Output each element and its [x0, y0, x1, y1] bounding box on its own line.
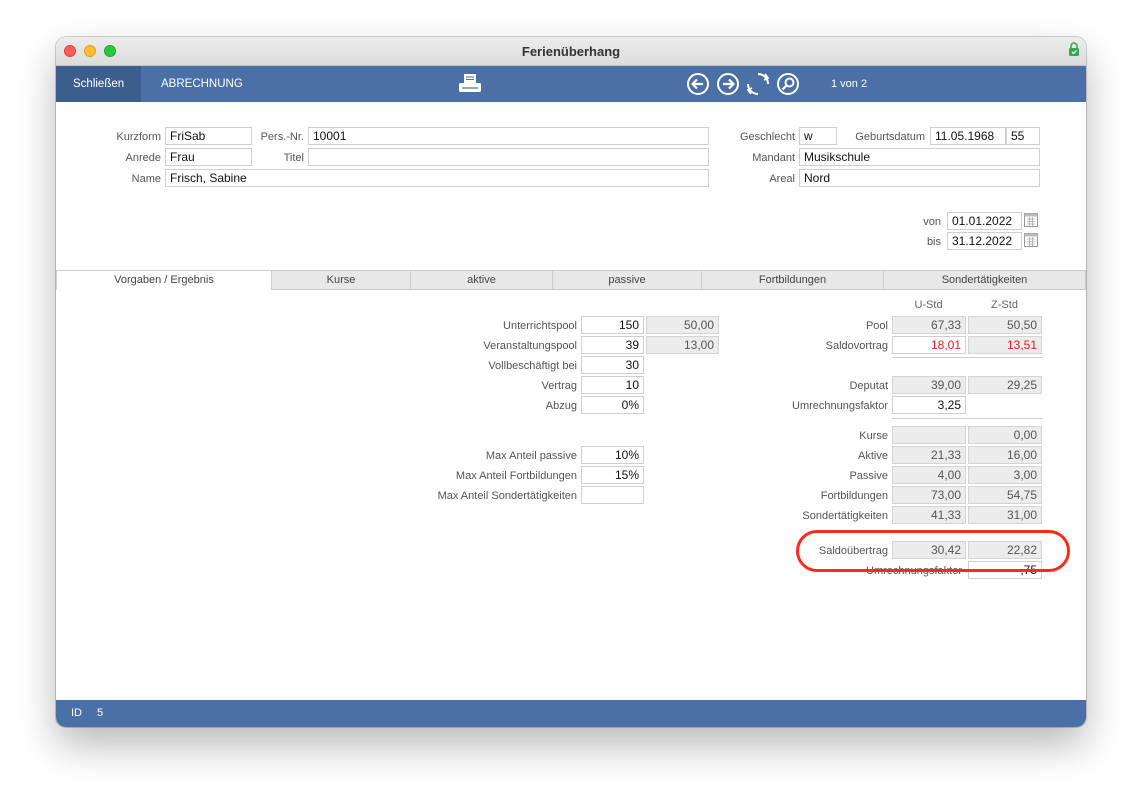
unterrichtspool-label: Unterrichtspool [503, 320, 577, 332]
anrede-field[interactable]: Frau [165, 148, 252, 166]
max-sondertaetigkeiten-label: Max Anteil Sondertätigkeiten [437, 490, 577, 502]
fortbildungen-z-field: 54,75 [968, 486, 1042, 504]
col-header-z-std: Z-Std [991, 299, 1018, 311]
veranstaltungspool-field[interactable]: 39 [581, 336, 644, 354]
tab-bar: Vorgaben / Ergebnis Kurse aktive passive… [56, 270, 1086, 290]
id-value: 5 [97, 707, 104, 719]
name-label: Name [131, 173, 161, 185]
saldovortrag-z-field: 13,51 [968, 336, 1042, 354]
kurzform-label: Kurzform [116, 131, 161, 143]
pool-label: Pool [865, 320, 888, 332]
passive-label: Passive [849, 470, 888, 482]
fortbildungen-label: Fortbildungen [820, 490, 888, 502]
tab-kurse[interactable]: Kurse [271, 270, 411, 290]
abzug-field[interactable]: 0% [581, 396, 644, 414]
kurse-u-field [892, 426, 966, 444]
window-title: Ferienüberhang [521, 44, 621, 59]
max-sondertaetigkeiten-field[interactable] [581, 486, 644, 504]
max-fortbildungen-label: Max Anteil Fortbildungen [455, 470, 577, 482]
sondertaetigkeiten-z-field: 31,00 [968, 506, 1042, 524]
unterrichtspool-field[interactable]: 150 [581, 316, 644, 334]
kurse-z-field: 0,00 [968, 426, 1042, 444]
geburtsdatum-label: Geburtsdatum [855, 131, 925, 143]
sondertaetigkeiten-label: Sondertätigkeiten [802, 510, 888, 522]
von-label: von [923, 216, 941, 228]
mandant-label: Mandant [752, 152, 795, 164]
toolbar: Schließen ABRECHNUNG 1 von 2 [56, 66, 1086, 102]
arrow-right-icon[interactable] [716, 72, 740, 96]
lock-icon [1069, 42, 1079, 56]
max-passive-field[interactable]: 10% [581, 446, 644, 464]
veranstaltungspool-label: Veranstaltungspool [483, 340, 577, 352]
id-label: ID [71, 707, 82, 719]
fortbildungen-u-field: 73,00 [892, 486, 966, 504]
search-icon[interactable] [776, 72, 800, 96]
kurse-label: Kurse [859, 430, 888, 442]
mandant-field[interactable]: Musikschule [799, 148, 1040, 166]
max-passive-label: Max Anteil passive [485, 450, 577, 462]
kurzform-field[interactable]: FriSab [165, 127, 252, 145]
bis-field[interactable]: 31.12.2022 [947, 232, 1022, 250]
veranstaltungspool-calc: 13,00 [646, 336, 719, 354]
printer-icon[interactable] [458, 73, 482, 95]
billing-button[interactable]: ABRECHNUNG [144, 66, 260, 102]
arrow-left-icon[interactable] [686, 72, 710, 96]
tab-sondertaetigkeiten[interactable]: Sondertätigkeiten [883, 270, 1086, 290]
deputat-u-field: 39,00 [892, 376, 966, 394]
vertrag-field[interactable]: 10 [581, 376, 644, 394]
record-position: 1 von 2 [831, 78, 868, 90]
pool-u-field: 67,33 [892, 316, 966, 334]
titel-field[interactable] [308, 148, 709, 166]
vertrag-label: Vertrag [541, 380, 577, 392]
col-header-u-std: U-Std [914, 299, 943, 311]
highlight-annotation [796, 530, 1070, 572]
tab-passive[interactable]: passive [552, 270, 702, 290]
persnr-field[interactable]: 10001 [308, 127, 709, 145]
geburtsdatum-field[interactable]: 11.05.1968 [930, 127, 1006, 145]
tab-aktive[interactable]: aktive [410, 270, 553, 290]
geschlecht-label: Geschlecht [739, 131, 795, 143]
pool-z-field: 50,50 [968, 316, 1042, 334]
calendar-icon[interactable] [1024, 233, 1038, 247]
calendar-icon[interactable] [1024, 213, 1038, 227]
name-field[interactable]: Frisch, Sabine [165, 169, 709, 187]
passive-z-field: 3,00 [968, 466, 1042, 484]
umrechnungsfaktor-label: Umrechnungsfaktor [792, 400, 888, 412]
areal-label: Areal [769, 173, 795, 185]
refresh-icon[interactable] [746, 72, 770, 96]
saldovortrag-u-field[interactable]: 18,01 [892, 336, 966, 354]
tab-fortbildungen[interactable]: Fortbildungen [701, 270, 884, 290]
passive-u-field: 4,00 [892, 466, 966, 484]
aktive-label: Aktive [858, 450, 888, 462]
close-button[interactable]: Schließen [56, 66, 142, 102]
alter-field[interactable]: 55 [1006, 127, 1040, 145]
saldovortrag-label: Saldovortrag [825, 340, 888, 352]
divider [892, 357, 1043, 358]
persnr-label: Pers.-Nr. [260, 131, 304, 143]
status-bar: ID 5 [56, 700, 1086, 727]
anrede-label: Anrede [125, 152, 161, 164]
aktive-z-field: 16,00 [968, 446, 1042, 464]
deputat-label: Deputat [849, 380, 888, 392]
abzug-label: Abzug [545, 400, 577, 412]
deputat-z-field: 29,25 [968, 376, 1042, 394]
max-fortbildungen-field[interactable]: 15% [581, 466, 644, 484]
vollbeschaeftigt-field[interactable]: 30 [581, 356, 644, 374]
title-bar: Ferienüberhang [56, 37, 1086, 66]
areal-field[interactable]: Nord [799, 169, 1040, 187]
umrechnungsfaktor-field[interactable]: 3,25 [892, 396, 966, 414]
sondertaetigkeiten-u-field: 41,33 [892, 506, 966, 524]
geschlecht-field[interactable]: w [799, 127, 837, 145]
unterrichtspool-calc: 50,00 [646, 316, 719, 334]
von-field[interactable]: 01.01.2022 [947, 212, 1022, 230]
bis-label: bis [926, 236, 941, 248]
aktive-u-field: 21,33 [892, 446, 966, 464]
tab-vorgaben-ergebnis[interactable]: Vorgaben / Ergebnis [56, 270, 272, 290]
divider [892, 418, 1043, 419]
titel-label: Titel [283, 152, 304, 164]
vollbeschaeftigt-label: Vollbeschäftigt bei [488, 360, 577, 372]
app-window: Ferienüberhang Schließen ABRECHNUNG 1 vo… [56, 37, 1086, 727]
